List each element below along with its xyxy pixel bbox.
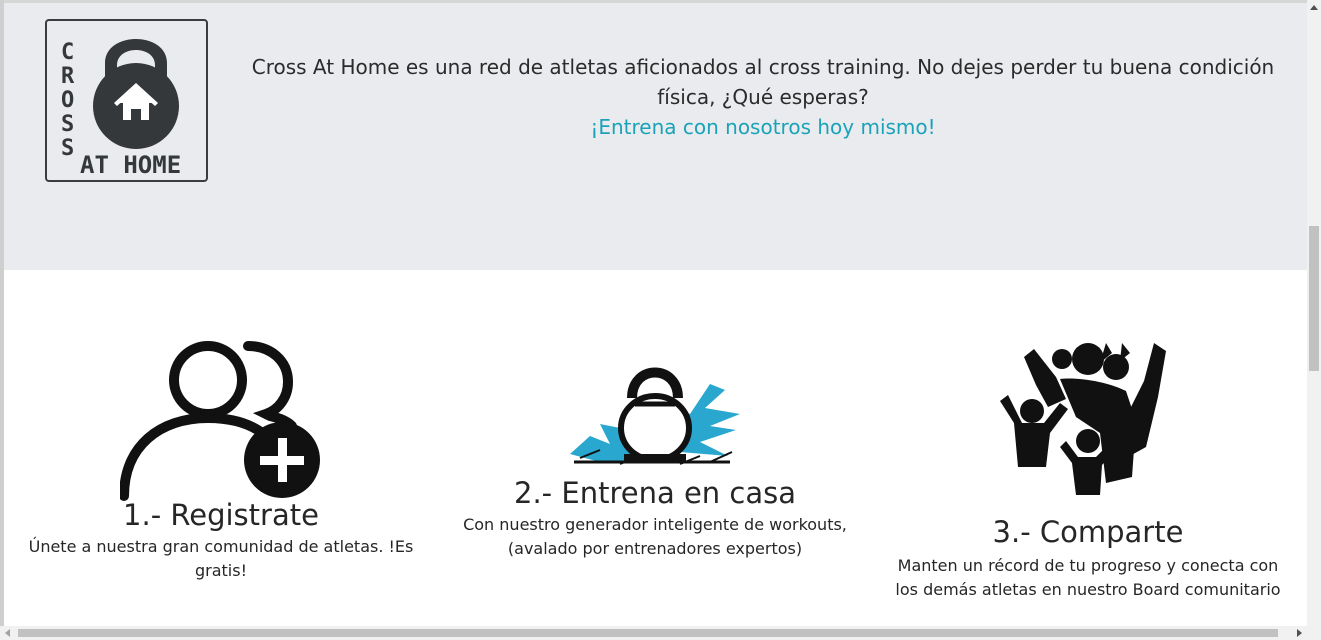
scroll-left-arrow-icon[interactable] — [5, 629, 10, 637]
scroll-right-arrow-icon[interactable] — [1297, 629, 1302, 637]
add-user-icon — [120, 341, 320, 501]
logo-letter: S — [61, 136, 74, 161]
step-description: Con nuestro generador inteligente de wor… — [463, 515, 847, 558]
logo-letter: C — [61, 40, 74, 65]
step-title: 1.- Registrate — [123, 498, 319, 532]
step-train-at-home: 2.- Entrena en casa Con nuestro generado… — [455, 364, 855, 561]
step-register: 1.- Registrate Únete a nuestra gran comu… — [24, 336, 418, 583]
hero-description: Cross At Home es una red de atletas afic… — [251, 55, 1275, 109]
cross-at-home-logo[interactable]: C R O S S AT HOME — [45, 19, 208, 182]
step-share: 3.- Comparte Manten un récord de tu prog… — [888, 337, 1288, 602]
step-title: 3.- Comparte — [992, 515, 1184, 549]
kettlebell-splash-icon — [570, 367, 740, 465]
step-description: Únete a nuestra gran comunidad de atleta… — [28, 537, 414, 580]
kettlebell-house-logo-icon: C R O S S AT HOME — [61, 39, 181, 179]
hero-cta-link[interactable]: ¡Entrena con nosotros hoy mismo! — [248, 112, 1278, 142]
logo-letter: O — [61, 88, 74, 113]
vertical-scroll-thumb[interactable] — [1309, 226, 1319, 371]
vertical-scrollbar[interactable] — [1307, 0, 1321, 626]
logo-at-home-text: AT HOME — [80, 151, 181, 179]
logo-letter: R — [61, 64, 75, 89]
horizontal-scrollbar[interactable] — [0, 626, 1321, 640]
step-title: 2.- Entrena en casa — [514, 476, 796, 510]
horizontal-scroll-thumb[interactable] — [18, 629, 1278, 637]
community-group-icon — [1000, 343, 1166, 495]
step-description: Manten un récord de tu progreso y conect… — [895, 556, 1281, 599]
logo-letter: S — [61, 112, 74, 137]
scroll-up-arrow-icon[interactable] — [1310, 5, 1318, 10]
hero-section: C R O S S AT HOME Cross At Home es una r… — [4, 3, 1307, 270]
